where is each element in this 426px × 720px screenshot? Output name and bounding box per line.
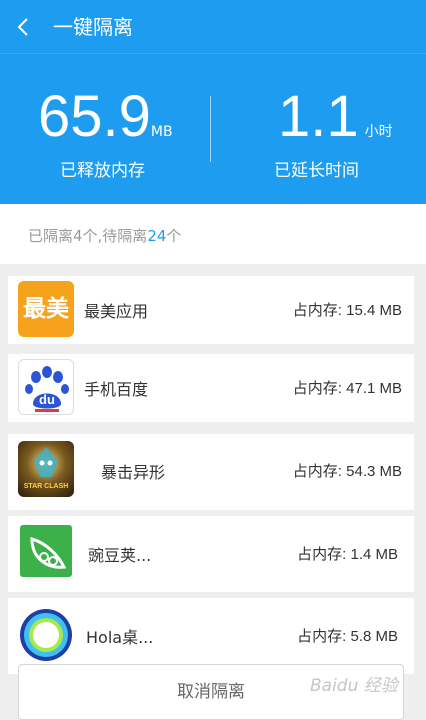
list-item[interactable]: du 手机百度 占内存: 47.1 MB <box>8 354 414 422</box>
wandoujia-app-icon <box>20 525 72 577</box>
list-item[interactable]: Hola桌... 占内存: 5.8 MB <box>8 598 414 674</box>
list-item[interactable]: 豌豆荚... 占内存: 1.4 MB <box>8 516 414 592</box>
pea-pod-icon <box>30 537 67 569</box>
header: 一键隔离 65.9MB 已释放内存 1.1 小时 已延长时间 <box>0 0 426 204</box>
game-logo-text: STAR CLASH <box>23 483 69 490</box>
baidu-app-icon: du <box>18 359 74 415</box>
memory-stat: 65.9MB 已释放内存 <box>38 84 173 181</box>
pending-count: 24 <box>147 227 167 245</box>
app-name: 豌豆荚... <box>88 546 152 565</box>
summary-prefix: 已隔离4个,待隔离 <box>28 227 148 245</box>
watermark: Baidu 经验 <box>310 676 398 696</box>
zuimei-icon-text: 最美 <box>23 296 69 322</box>
memory-unit: MB <box>150 124 173 140</box>
hola-ring-icon <box>20 609 72 661</box>
app-memory: 占内存: 47.1 MB <box>292 380 402 397</box>
hola-launcher-icon <box>18 607 74 663</box>
game-app-icon: STAR CLASH <box>18 441 74 497</box>
app-memory: 占内存: 5.8 MB <box>297 628 398 645</box>
list-item[interactable]: STAR CLASH 暴击异形 占内存: 54.3 MB <box>8 434 414 510</box>
summary-text: 已隔离4个,待隔离24个 <box>28 225 181 246</box>
time-unit: 小时 <box>364 124 393 140</box>
baidu-icon-text: du <box>39 392 55 407</box>
chevron-left-icon <box>17 18 28 36</box>
time-value: 1.1 <box>278 84 359 149</box>
memory-label: 已释放内存 <box>60 161 145 181</box>
memory-value: 65.9 <box>38 84 151 149</box>
page-title: 一键隔离 <box>53 15 133 39</box>
app-memory: 占内存: 54.3 MB <box>292 463 402 480</box>
app-memory: 占内存: 15.4 MB <box>292 302 402 319</box>
back-button[interactable] <box>14 12 38 42</box>
title-bar: 一键隔离 <box>0 0 426 54</box>
zuimei-app-icon: 最美 <box>18 281 74 337</box>
time-label: 已延长时间 <box>274 161 359 181</box>
app-name: Hola桌... <box>86 628 154 647</box>
list-item[interactable]: 最美 最美应用 占内存: 15.4 MB <box>8 276 414 344</box>
isolation-summary: 已隔离4个,待隔离24个 <box>0 204 426 264</box>
app-name: 手机百度 <box>84 380 149 399</box>
app-memory: 占内存: 1.4 MB <box>297 546 398 563</box>
time-stat: 1.1 小时 已延长时间 <box>274 84 393 181</box>
stat-divider <box>210 96 211 162</box>
app-name: 暴击异形 <box>101 463 166 482</box>
app-name: 最美应用 <box>84 302 149 321</box>
summary-suffix: 个 <box>166 227 182 245</box>
